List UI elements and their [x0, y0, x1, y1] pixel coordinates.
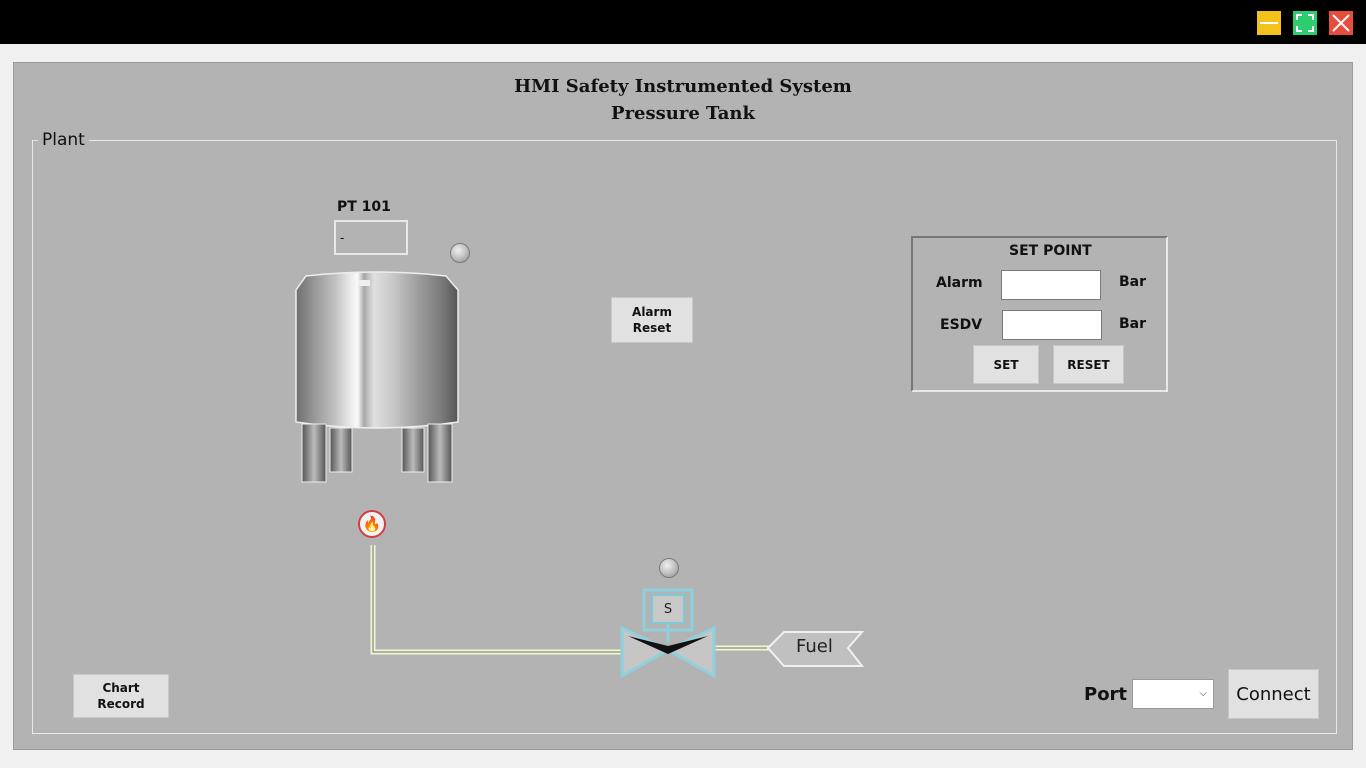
setpoint-title: SET POINT — [1009, 243, 1092, 259]
port-label: Port — [1084, 684, 1128, 705]
pressure-tank — [295, 271, 459, 483]
esdv-setpoint-input[interactable] — [1002, 310, 1102, 340]
connect-button[interactable]: Connect — [1228, 669, 1319, 719]
alarm-setpoint-input[interactable] — [1001, 270, 1101, 300]
alarm-label: Alarm — [936, 275, 983, 291]
port-select[interactable]: ⌵ — [1132, 679, 1214, 709]
esdv-unit-label: Bar — [1119, 316, 1147, 332]
alarm-unit-label: Bar — [1119, 274, 1147, 290]
fuel-label: Fuel — [796, 636, 833, 657]
chart-record-button[interactable]: Chart Record — [73, 674, 169, 718]
chevron-down-icon: ⌵ — [1199, 688, 1207, 699]
reset-button[interactable]: RESET — [1053, 345, 1124, 384]
alarm-reset-button[interactable]: Alarm Reset — [611, 297, 693, 343]
flame-icon: 🔥 — [358, 510, 386, 538]
set-button[interactable]: SET — [973, 345, 1039, 384]
solenoid-actuator: S — [651, 594, 685, 624]
esdv-label: ESDV — [940, 317, 983, 333]
valve-status-lamp — [659, 558, 679, 578]
